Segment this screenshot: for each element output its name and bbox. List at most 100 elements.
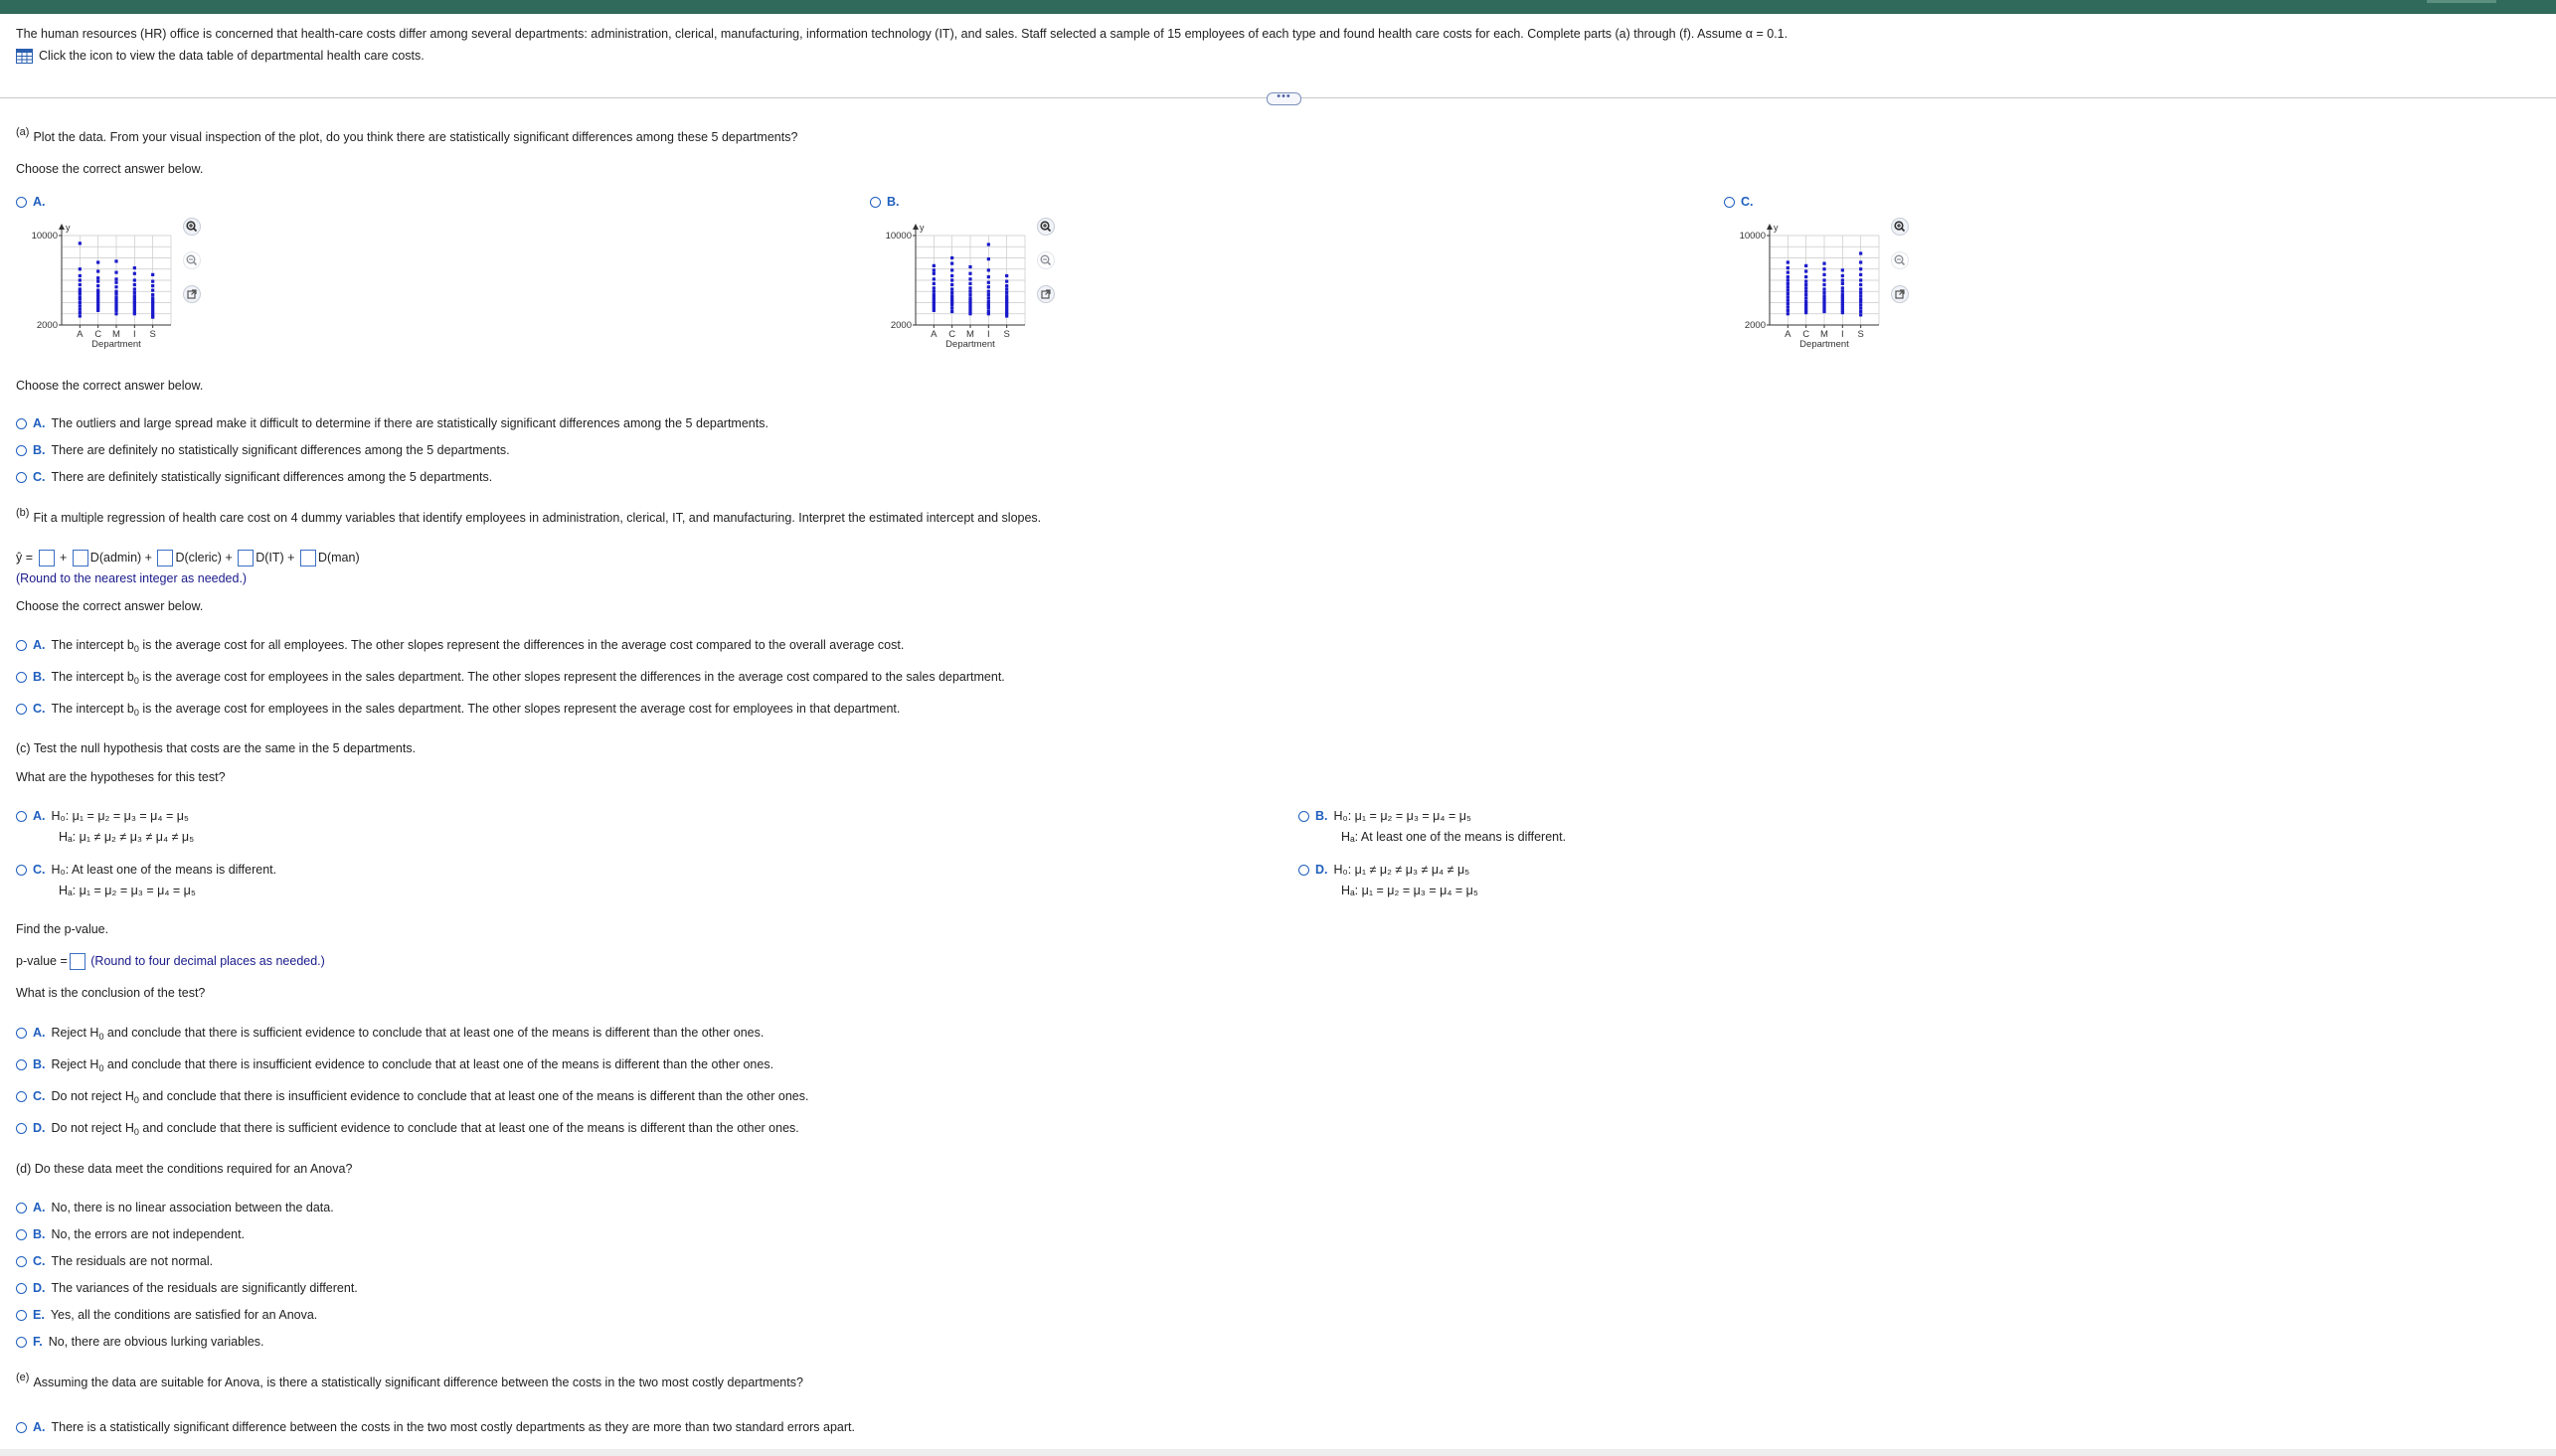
radio-icon[interactable] [16, 1123, 27, 1134]
data-table-link[interactable]: Click the icon to view the data table of… [16, 49, 425, 65]
radio-icon[interactable] [16, 1337, 27, 1348]
hyp-option-a[interactable]: A. H₀: μ₁ = μ₂ = μ₃ = μ₄ = μ₅ [16, 809, 189, 823]
problem-intro: The human resources (HR) office is conce… [16, 27, 1789, 41]
y-axis-label: y [66, 223, 71, 233]
concl-option-c[interactable]: C. Do not reject H0 and conclude that the… [16, 1089, 808, 1105]
option-letter: D. [1315, 863, 1328, 877]
radio-icon[interactable] [870, 197, 881, 208]
man-coef-input[interactable] [299, 550, 316, 566]
it-coef-input[interactable] [238, 550, 255, 566]
zoom-out-icon[interactable] [182, 250, 202, 270]
intercept-input[interactable] [38, 550, 55, 566]
part-a-option-c[interactable]: C. There are definitely statistically sig… [16, 470, 492, 484]
admin-coef-input[interactable] [72, 550, 88, 566]
chart-option-a[interactable]: A. [16, 195, 52, 209]
radio-icon[interactable] [16, 197, 27, 208]
data-point [950, 282, 954, 287]
concl-option-a[interactable]: A. Reject H0 and conclude that there is s… [16, 1026, 764, 1042]
radio-icon[interactable] [16, 865, 27, 876]
radio-icon[interactable] [16, 1091, 27, 1102]
pvalue-input[interactable] [69, 953, 85, 970]
zoom-out-icon[interactable] [1890, 250, 1910, 270]
null-hypothesis: H₀: μ₁ = μ₂ = μ₃ = μ₄ = μ₅ [1333, 809, 1471, 823]
part-d-option-f[interactable]: F. No, there are obvious lurking variable… [16, 1335, 264, 1349]
radio-icon[interactable] [16, 1203, 27, 1213]
chart-option-c[interactable]: C. [1724, 195, 1760, 209]
concl-option-b[interactable]: B. Reject H0 and conclude that there is i… [16, 1057, 773, 1073]
table-icon[interactable] [16, 49, 33, 65]
expand-more-button[interactable]: ••• [1267, 91, 1301, 105]
option-letter: A. [33, 638, 46, 652]
part-e-option-a[interactable]: A. There is a statistically significant d… [16, 1420, 855, 1434]
option-text-post: and conclude that there is insufficient … [138, 1089, 809, 1103]
pvalue-question: Find the p-value. [16, 922, 109, 936]
term-cleric: D(cleric) + [175, 550, 233, 565]
data-point [1822, 282, 1826, 287]
data-point [114, 259, 118, 263]
radio-icon[interactable] [16, 445, 27, 456]
data-point [132, 278, 136, 282]
radio-icon[interactable] [1298, 811, 1309, 822]
hyp-option-b[interactable]: B. H₀: μ₁ = μ₂ = μ₃ = μ₄ = μ₅ [1298, 809, 1471, 823]
radio-icon[interactable] [16, 1283, 27, 1294]
zoom-out-icon[interactable] [1036, 250, 1056, 270]
part-d-option-e[interactable]: E. Yes, all the conditions are satisfied … [16, 1308, 317, 1322]
radio-icon[interactable] [16, 418, 27, 429]
zoom-in-icon[interactable] [1890, 217, 1910, 237]
radio-icon[interactable] [16, 811, 27, 822]
y-axis-label: y [1774, 223, 1779, 233]
term-it: D(IT) + [256, 550, 295, 565]
radio-icon[interactable] [16, 1229, 27, 1240]
data-point [1822, 278, 1826, 282]
data-point [1786, 291, 1789, 296]
zoom-in-icon[interactable] [1036, 217, 1056, 237]
option-letter: A. [33, 809, 46, 823]
data-point [968, 281, 972, 285]
radio-icon[interactable] [16, 1028, 27, 1039]
x-tick-label: S [149, 329, 155, 340]
part-c-question: (c) Test the null hypothesis that costs … [16, 741, 417, 755]
part-b-option-b[interactable]: B. The intercept b0 is the average cost f… [16, 670, 1005, 686]
part-a-choose-2: Choose the correct answer below. [16, 379, 204, 393]
radio-icon[interactable] [16, 472, 27, 483]
option-letter: D. [33, 1121, 46, 1135]
zoom-in-icon[interactable] [182, 217, 202, 237]
hyp-option-d[interactable]: D. H₀: μ₁ ≠ μ₂ ≠ μ₃ ≠ μ₄ ≠ μ₅ [1298, 863, 1469, 877]
radio-icon[interactable] [16, 1310, 27, 1321]
data-point [96, 308, 100, 312]
part-b-option-a[interactable]: A. The intercept b0 is the average cost f… [16, 638, 904, 654]
data-table-link-text[interactable]: Click the icon to view the data table of… [39, 49, 425, 63]
part-b-option-c[interactable]: C. The intercept b0 is the average cost f… [16, 702, 900, 718]
data-point [1840, 281, 1844, 285]
popout-icon[interactable] [182, 284, 202, 304]
radio-icon[interactable] [16, 704, 27, 715]
part-d-option-a[interactable]: A. No, there is no linear association bet… [16, 1201, 334, 1214]
part-d-option-c[interactable]: C. The residuals are not normal. [16, 1254, 213, 1268]
chart-option-b[interactable]: B. [870, 195, 906, 209]
option-letter: F. [33, 1335, 43, 1349]
concl-option-d[interactable]: D. Do not reject H0 and conclude that the… [16, 1121, 799, 1137]
y-tick-label: 10000 [1740, 231, 1766, 242]
part-a-option-a[interactable]: A. The outliers and large spread make it … [16, 416, 768, 430]
data-point [932, 263, 936, 267]
radio-icon[interactable] [16, 672, 27, 683]
option-letter: A. [33, 1420, 46, 1434]
popout-icon[interactable] [1890, 284, 1910, 304]
top-bar [0, 0, 2556, 14]
cleric-coef-input[interactable] [157, 550, 174, 566]
radio-icon[interactable] [16, 640, 27, 651]
data-point [932, 277, 936, 281]
part-a-option-b[interactable]: B. There are definitely no statistically … [16, 443, 510, 457]
radio-icon[interactable] [1298, 865, 1309, 876]
radio-icon[interactable] [1724, 197, 1735, 208]
radio-icon[interactable] [16, 1256, 27, 1267]
part-d-option-b[interactable]: B. No, the errors are not independent. [16, 1227, 245, 1241]
radio-icon[interactable] [16, 1422, 27, 1433]
radio-icon[interactable] [16, 1059, 27, 1070]
data-point [78, 291, 82, 296]
option-text-post: and conclude that there is sufficient ev… [103, 1026, 765, 1040]
hyp-option-c[interactable]: C. H₀: At least one of the means is diffe… [16, 863, 276, 877]
popout-icon[interactable] [1036, 284, 1056, 304]
option-letter: C. [1741, 195, 1754, 209]
part-d-option-d[interactable]: D. The variances of the residuals are sig… [16, 1281, 358, 1295]
